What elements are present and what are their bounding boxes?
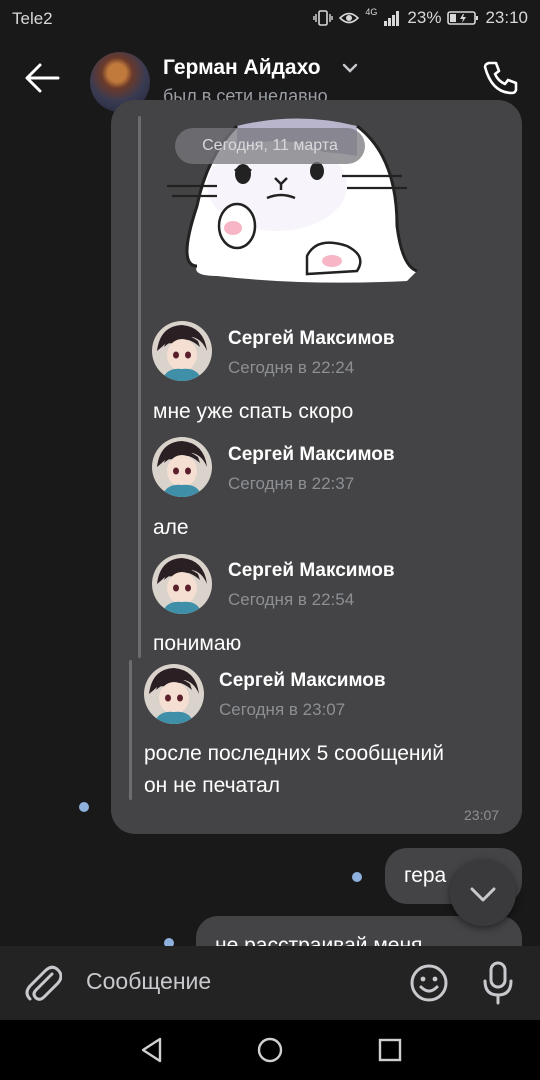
outgoing-message-clip: не расстраивай меня [196, 926, 522, 946]
carrier-label: Tele2 [12, 9, 53, 28]
status-icons: 4G 23% 23:10 [313, 7, 528, 28]
signal-icon [384, 11, 400, 26]
message-text: понимаю [153, 632, 242, 655]
forward-indicator-line [129, 660, 132, 800]
forward-indicator-line [138, 116, 141, 658]
message-input[interactable]: Сообщение [86, 968, 211, 995]
network-type-label: 4G [365, 7, 378, 17]
emoji-icon[interactable] [408, 962, 450, 1004]
author-name[interactable]: Сергей Максимов [228, 328, 395, 350]
back-arrow-icon[interactable] [22, 60, 62, 96]
system-navigation-bar [0, 1020, 540, 1080]
nav-recents-icon[interactable] [374, 1034, 406, 1066]
date-separator: Сегодня, 11 марта [175, 128, 365, 164]
mic-icon[interactable] [480, 960, 516, 1006]
message-composer: Сообщение [0, 946, 540, 1020]
scroll-down-button[interactable] [450, 860, 516, 926]
attach-icon[interactable] [22, 962, 62, 1004]
nav-home-icon[interactable] [254, 1034, 286, 1066]
scroll-down-icon [470, 887, 496, 902]
message-timestamp: Сегодня в 22:54 [228, 590, 355, 609]
chevron-down-icon[interactable] [342, 62, 358, 74]
nav-back-icon[interactable] [136, 1034, 168, 1066]
author-avatar[interactable] [152, 554, 212, 614]
outgoing-message-text: гера [404, 864, 447, 887]
author-avatar[interactable] [152, 321, 212, 381]
author-avatar[interactable] [144, 664, 204, 724]
message-text: мне уже спать скоро [153, 400, 354, 423]
outgoing-message-text: не расстраивай меня [215, 934, 423, 946]
message-timestamp: Сегодня в 22:37 [228, 474, 355, 493]
battery-icon [447, 11, 479, 25]
message-timestamp: Сегодня в 23:07 [219, 700, 346, 719]
message-text-line-1: росле последних 5 сообщений [144, 742, 444, 765]
phone-icon[interactable] [480, 58, 520, 98]
vibrate-icon [313, 10, 334, 26]
author-avatar[interactable] [152, 437, 212, 497]
unread-dot [79, 802, 89, 812]
battery-percent: 23% [407, 8, 442, 27]
message-text: але [153, 516, 189, 539]
clock: 23:10 [485, 8, 528, 27]
message-text-line-2: он не печатал [144, 774, 281, 797]
message-timestamp: Сегодня в 22:24 [228, 358, 355, 377]
eye-icon [339, 12, 360, 24]
bubble-timestamp: 23:07 [464, 807, 500, 823]
status-bar: Tele2 4G 23% 23:10 [0, 0, 540, 36]
author-name[interactable]: Сергей Максимов [219, 670, 386, 692]
contact-name[interactable]: Герман Айдахо [163, 56, 321, 80]
author-name[interactable]: Сергей Максимов [228, 444, 395, 466]
unread-dot [352, 872, 362, 882]
author-name[interactable]: Сергей Максимов [228, 560, 395, 582]
